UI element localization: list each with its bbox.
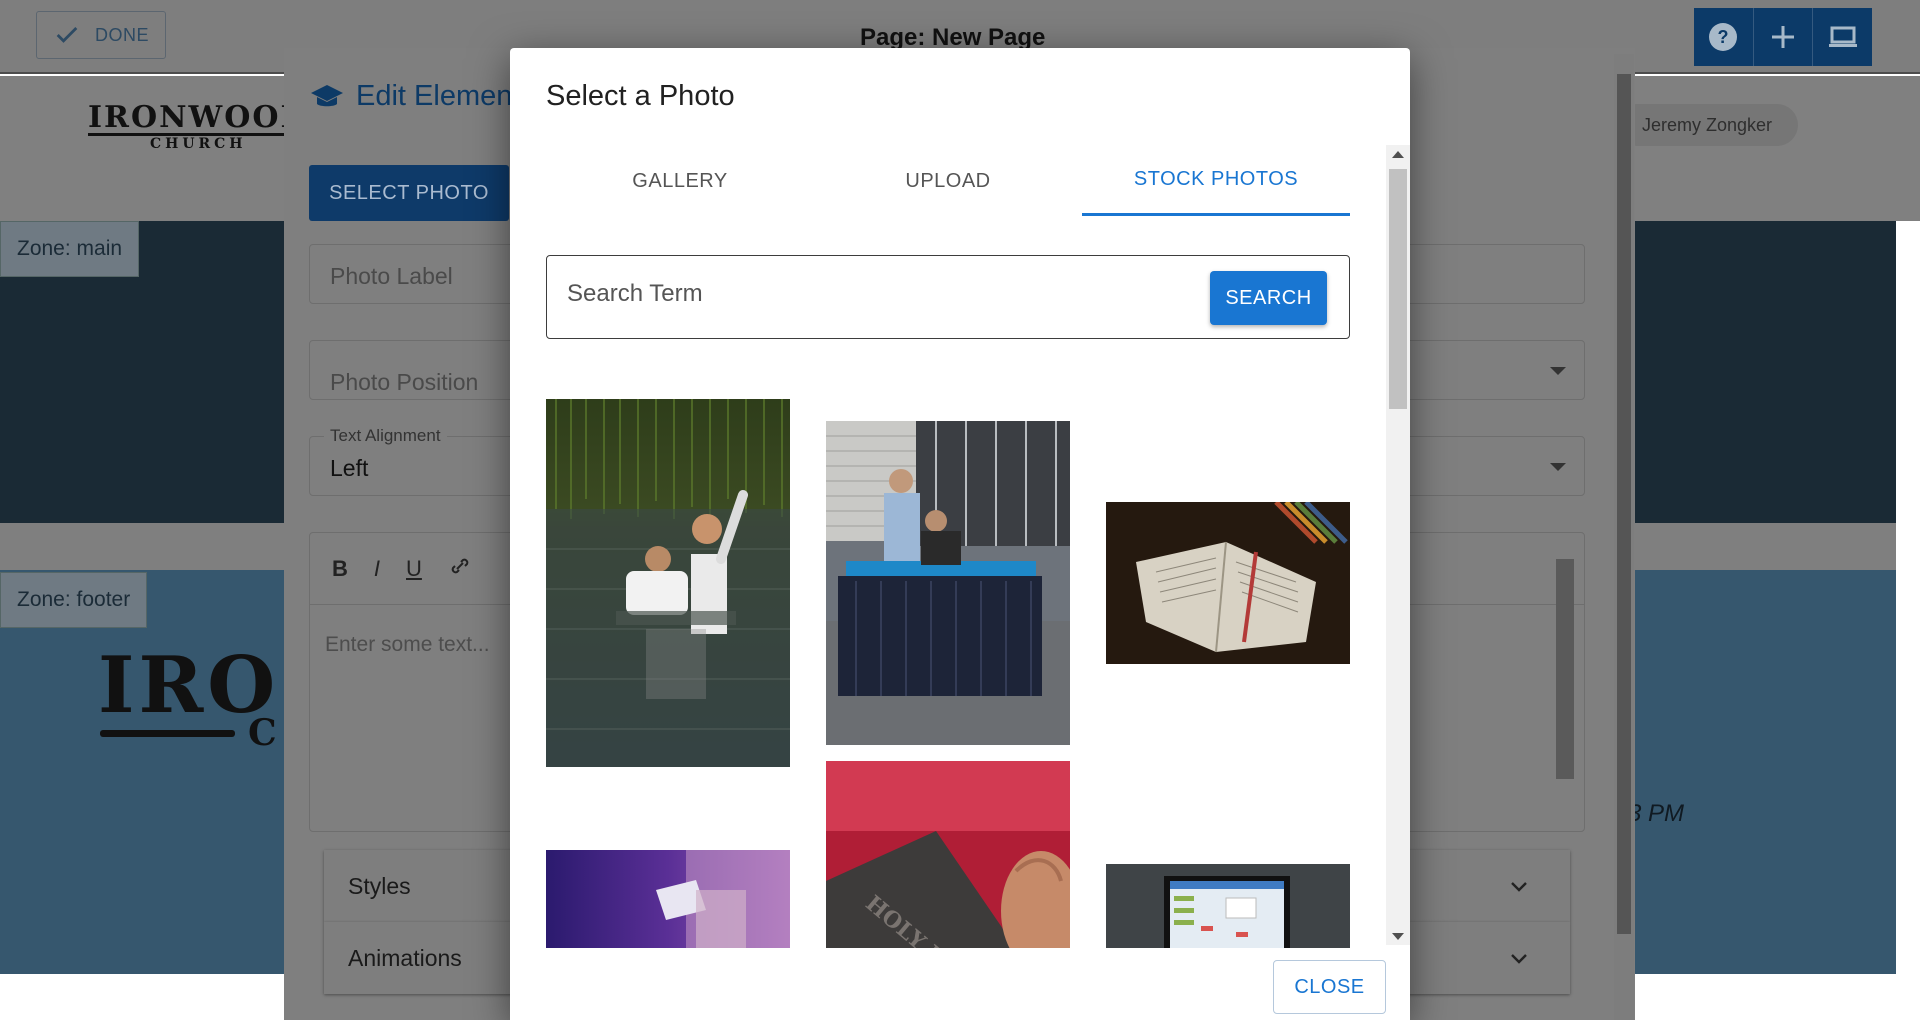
select-photo-button[interactable]: SELECT PHOTO (309, 165, 509, 221)
svg-text:?: ? (1718, 27, 1729, 47)
edit-dialog-title: Edit Element (310, 80, 520, 113)
modal-scrollbar-thumb[interactable] (1389, 169, 1407, 409)
search-button[interactable]: SEARCH (1210, 271, 1327, 325)
zone-footer-label: Zone: footer (0, 572, 148, 628)
close-button[interactable]: CLOSE (1273, 960, 1386, 1014)
tab-stock-photos[interactable]: STOCK PHOTOS (1082, 146, 1350, 216)
zone-main-label: Zone: main (0, 221, 140, 277)
select-photo-modal: Select a Photo GALLERY UPLOAD STOCK PHOT… (510, 48, 1410, 1020)
modal-scrollbar[interactable] (1386, 145, 1410, 945)
scroll-up-arrow-icon[interactable] (1392, 151, 1404, 158)
stock-photo-purple-reading[interactable] (546, 850, 790, 948)
stock-photo-grid: HOLY BIBLE (546, 348, 1350, 948)
link-icon[interactable] (448, 554, 472, 584)
caret-down-icon (1550, 367, 1566, 375)
stock-photo-holy-bible-red[interactable]: HOLY BIBLE (826, 761, 1070, 948)
italic-button[interactable]: I (374, 556, 380, 582)
done-label: DONE (95, 24, 150, 45)
help-button[interactable]: ? (1694, 8, 1754, 66)
help-icon: ? (1709, 23, 1738, 51)
text-alignment-label: Text Alignment (324, 426, 447, 446)
preview-button[interactable] (1813, 8, 1872, 66)
check-icon (56, 27, 78, 43)
site-logo: IRONWOOD CHURCH (88, 100, 309, 152)
editor-scrollbar[interactable] (1554, 543, 1576, 829)
chevron-down-icon (1511, 882, 1527, 892)
edit-dialog-scrollbar[interactable] (1614, 54, 1634, 1020)
stock-photo-tank-baptism[interactable] (826, 421, 1070, 745)
modal-title: Select a Photo (546, 80, 735, 112)
plus-icon (1772, 26, 1794, 48)
graduation-cap-icon (311, 84, 343, 106)
stock-photo-river-baptism[interactable] (546, 399, 790, 767)
footer-logo-sub: C (248, 712, 277, 754)
text-alignment-value: Left (330, 455, 369, 481)
editor-placeholder: Enter some text... (325, 633, 490, 656)
done-button[interactable]: DONE (36, 11, 166, 59)
underline-button[interactable]: U (406, 556, 422, 582)
tab-upload[interactable]: UPLOAD (814, 146, 1082, 216)
bold-button[interactable]: B (332, 556, 348, 582)
search-box: SEARCH (546, 255, 1350, 339)
laptop-icon (1828, 26, 1857, 47)
add-button[interactable] (1754, 8, 1814, 66)
footer-logo-rule (100, 730, 235, 737)
tab-gallery[interactable]: GALLERY (546, 146, 814, 216)
scroll-down-arrow-icon[interactable] (1392, 933, 1404, 940)
photo-source-tabs: GALLERY UPLOAD STOCK PHOTOS (546, 146, 1350, 216)
footer-service-time: 3 PM (1628, 800, 1685, 827)
chevron-down-icon (1511, 954, 1527, 964)
photo-label-placeholder: Photo Label (330, 263, 453, 289)
user-chip[interactable]: Jeremy Zongker (1616, 104, 1799, 146)
search-term-input[interactable] (567, 280, 1167, 308)
stock-photo-open-bible[interactable] (1106, 502, 1350, 664)
photo-position-placeholder: Photo Position (330, 369, 479, 395)
caret-down-icon (1550, 463, 1566, 471)
stock-photo-laptop[interactable] (1106, 864, 1350, 948)
editor-tools: ? (1694, 8, 1872, 66)
